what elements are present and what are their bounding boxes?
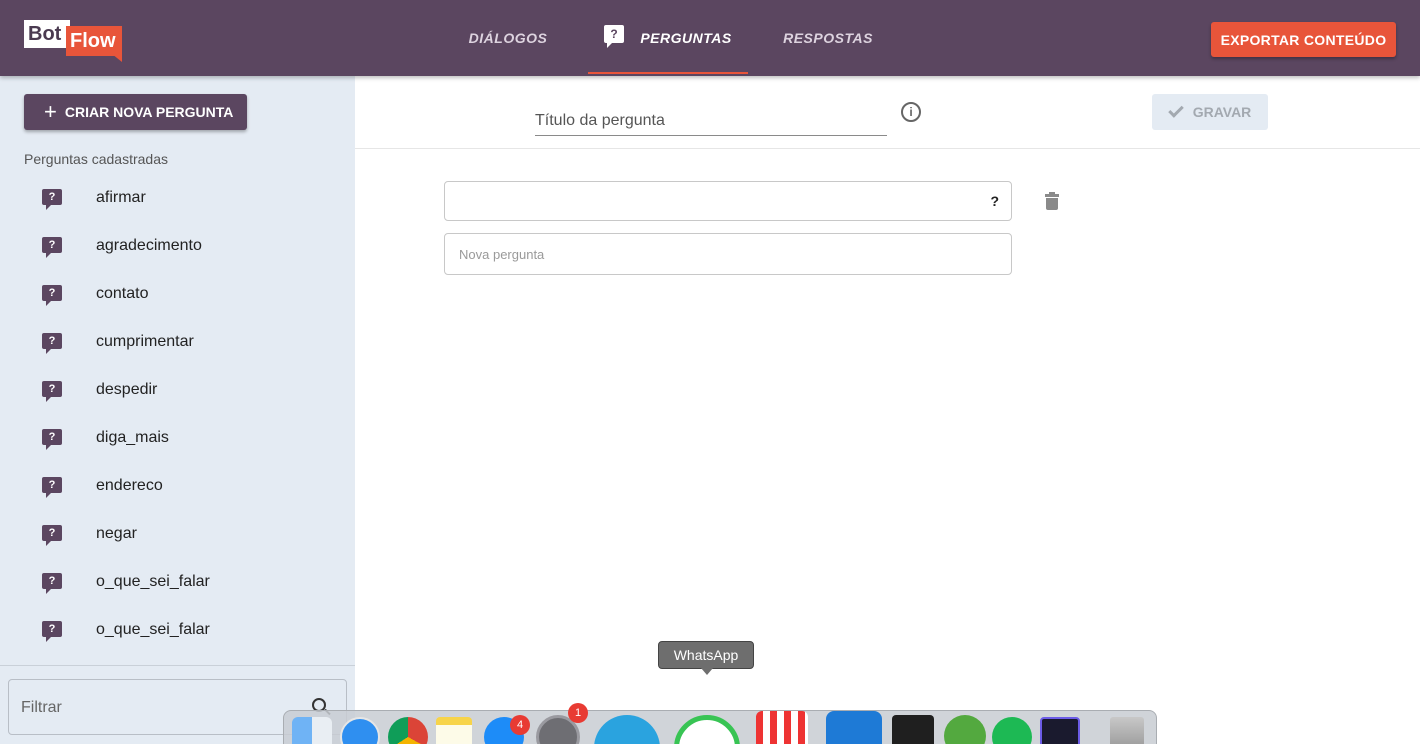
list-item[interactable]: ? agradecimento xyxy=(0,223,355,271)
terminal-icon[interactable] xyxy=(892,715,934,744)
question-balloon-icon: ? xyxy=(42,189,62,210)
section-label: Perguntas cadastradas xyxy=(24,151,168,167)
active-tab-indicator xyxy=(588,72,748,74)
question-field[interactable]: ? xyxy=(444,181,1012,221)
utorrent-icon[interactable] xyxy=(944,715,986,744)
list-item-label: o_que_sei_falar xyxy=(96,621,210,638)
list-item-label: afirmar xyxy=(96,189,146,206)
whatsapp-icon[interactable] xyxy=(674,715,740,744)
export-content-button[interactable]: EXPORTAR CONTEÚDO xyxy=(1211,22,1396,57)
question-balloon-icon: ? xyxy=(604,25,625,48)
list-item-label: diga_mais xyxy=(96,429,169,446)
list-item-label: endereco xyxy=(96,477,163,494)
list-item[interactable]: ? o_que_sei_falar xyxy=(0,559,355,607)
finder-icon[interactable] xyxy=(292,717,332,744)
list-item-label: agradecimento xyxy=(96,237,202,254)
info-icon[interactable]: i xyxy=(901,102,921,122)
logo-bot-text: Bot xyxy=(24,20,70,48)
trash-bin-icon[interactable] xyxy=(1110,717,1144,744)
list-item-label: cumprimentar xyxy=(96,333,194,350)
divider xyxy=(0,665,355,666)
question-balloon-icon: ? xyxy=(42,285,62,306)
sidebar: + CRIAR NOVA PERGUNTA Perguntas cadastra… xyxy=(0,76,355,744)
question-mark-icon: ? xyxy=(990,193,999,209)
tab-dialogos[interactable]: DIÁLOGOS xyxy=(448,0,568,76)
question-balloon-icon: ? xyxy=(42,381,62,402)
botflow-logo[interactable]: Bot Flow xyxy=(24,14,124,62)
spotify-icon[interactable] xyxy=(992,717,1032,744)
question-title-input[interactable] xyxy=(535,106,887,136)
tab-dialogos-label: DIÁLOGOS xyxy=(468,30,548,46)
question-balloon-icon: ? xyxy=(42,621,62,642)
list-item[interactable]: ? cumprimentar xyxy=(0,319,355,367)
vscode-icon[interactable] xyxy=(826,711,882,744)
dock-tooltip: WhatsApp xyxy=(658,641,754,675)
trash-lid xyxy=(1045,192,1059,197)
list-item-label: negar xyxy=(96,525,137,542)
plus-icon: + xyxy=(44,99,57,124)
telegram-icon[interactable] xyxy=(594,715,660,744)
check-icon xyxy=(1167,102,1184,118)
notes-icon[interactable] xyxy=(436,717,472,744)
list-item-label: o_que_sei_falar xyxy=(96,573,210,590)
logo-flow-text: Flow xyxy=(66,26,122,56)
tab-respostas-label: RESPOSTAS xyxy=(783,30,873,46)
app-header: Bot Flow DIÁLOGOS ? PERGUNTAS RESPOSTAS … xyxy=(0,0,1420,76)
save-button-label: GRAVAR xyxy=(1192,104,1252,120)
question-balloon-icon: ? xyxy=(42,573,62,594)
filter-input[interactable] xyxy=(21,696,301,720)
list-item[interactable]: ? afirmar xyxy=(0,175,355,223)
system-preferences-badge: 1 xyxy=(568,703,588,723)
list-item[interactable]: ? endereco xyxy=(0,463,355,511)
app-store-badge: 4 xyxy=(510,715,530,735)
popcorn-time-icon[interactable] xyxy=(756,711,808,744)
tab-perguntas[interactable]: ? PERGUNTAS xyxy=(588,0,748,76)
question-list: ? afirmar ? agradecimento ? contato ? cumpri… xyxy=(0,175,355,655)
screen-app-icon[interactable] xyxy=(1040,717,1080,744)
tab-perguntas-label: PERGUNTAS xyxy=(640,30,732,46)
list-item[interactable]: ? contato xyxy=(0,271,355,319)
list-item-label: despedir xyxy=(96,381,158,398)
trash-icon[interactable] xyxy=(1045,192,1059,210)
create-question-button[interactable]: + CRIAR NOVA PERGUNTA xyxy=(24,94,247,130)
list-item[interactable]: ? despedir xyxy=(0,367,355,415)
chrome-icon[interactable] xyxy=(388,717,428,744)
trash-body xyxy=(1046,198,1058,210)
question-balloon-icon: ? xyxy=(42,429,62,450)
tab-respostas[interactable]: RESPOSTAS xyxy=(768,0,888,76)
question-balloon-icon: ? xyxy=(42,237,62,258)
list-item[interactable]: ? negar xyxy=(0,511,355,559)
safari-icon[interactable] xyxy=(340,717,380,744)
list-item[interactable]: ? diga_mais xyxy=(0,415,355,463)
create-question-label: CRIAR NOVA PERGUNTA xyxy=(64,104,234,120)
new-question-input[interactable] xyxy=(444,233,1012,275)
question-balloon-icon: ? xyxy=(42,333,62,354)
editor-toolbar: i GRAVAR xyxy=(355,76,1420,149)
question-balloon-icon: ? xyxy=(42,525,62,546)
question-balloon-icon: ? xyxy=(42,477,62,498)
logo-tail xyxy=(112,54,122,62)
macos-dock: 4 1 xyxy=(283,703,1157,744)
save-button[interactable]: GRAVAR xyxy=(1152,94,1268,130)
list-item[interactable]: ? o_que_sei_falar xyxy=(0,607,355,655)
list-item-label: contato xyxy=(96,285,149,302)
